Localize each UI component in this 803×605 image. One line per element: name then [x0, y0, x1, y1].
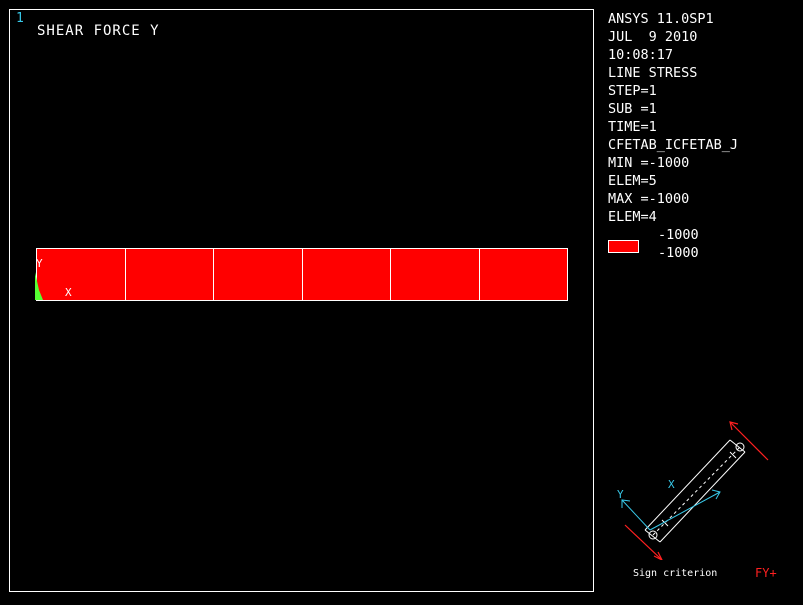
- coordinate-triad-icon: [35, 272, 43, 300]
- info-line: CFETAB_ICFETAB_J: [608, 137, 739, 153]
- info-line: ANSYS 11.0SP1: [608, 11, 714, 27]
- legend-value-bottom: -1000: [658, 245, 699, 261]
- plot-info-panel: ANSYS 11.0SP1 JUL 9 2010 10:08:17 LINE S…: [608, 10, 738, 226]
- info-line: 10:08:17: [608, 47, 674, 63]
- sign-y-label: Y: [617, 488, 624, 501]
- beam-element-3: [214, 249, 303, 300]
- info-line: ELEM=5: [608, 173, 657, 189]
- beam-element-1: [37, 249, 126, 300]
- info-line: MIN =-1000: [608, 155, 690, 171]
- sign-x-label: X: [668, 478, 675, 491]
- triad-y-label: Y: [36, 257, 43, 270]
- window-number: 1: [16, 11, 24, 26]
- legend-color-swatch: [608, 240, 639, 253]
- legend-value-top: -1000: [658, 227, 699, 243]
- info-line: TIME=1: [608, 119, 657, 135]
- sign-criterion-label: Sign criterion: [633, 568, 718, 579]
- sign-criterion-diagram-icon: [621, 421, 769, 560]
- sign-criterion-force: FY+: [755, 566, 777, 580]
- beam-element-2: [125, 249, 214, 300]
- triad-x-label: X: [65, 286, 72, 299]
- info-line: LINE STRESS: [608, 65, 698, 81]
- info-line: STEP=1: [608, 83, 657, 99]
- info-line: ELEM=4: [608, 209, 657, 225]
- beam-element-6: [479, 249, 567, 300]
- plot-title: SHEAR FORCE Y: [37, 23, 160, 39]
- info-line: SUB =1: [608, 101, 657, 117]
- beam-contour: [36, 248, 568, 301]
- beam-element-5: [391, 249, 480, 300]
- beam-element-4: [302, 249, 391, 300]
- info-line: JUL 9 2010: [608, 29, 698, 45]
- info-line: MAX =-1000: [608, 191, 690, 207]
